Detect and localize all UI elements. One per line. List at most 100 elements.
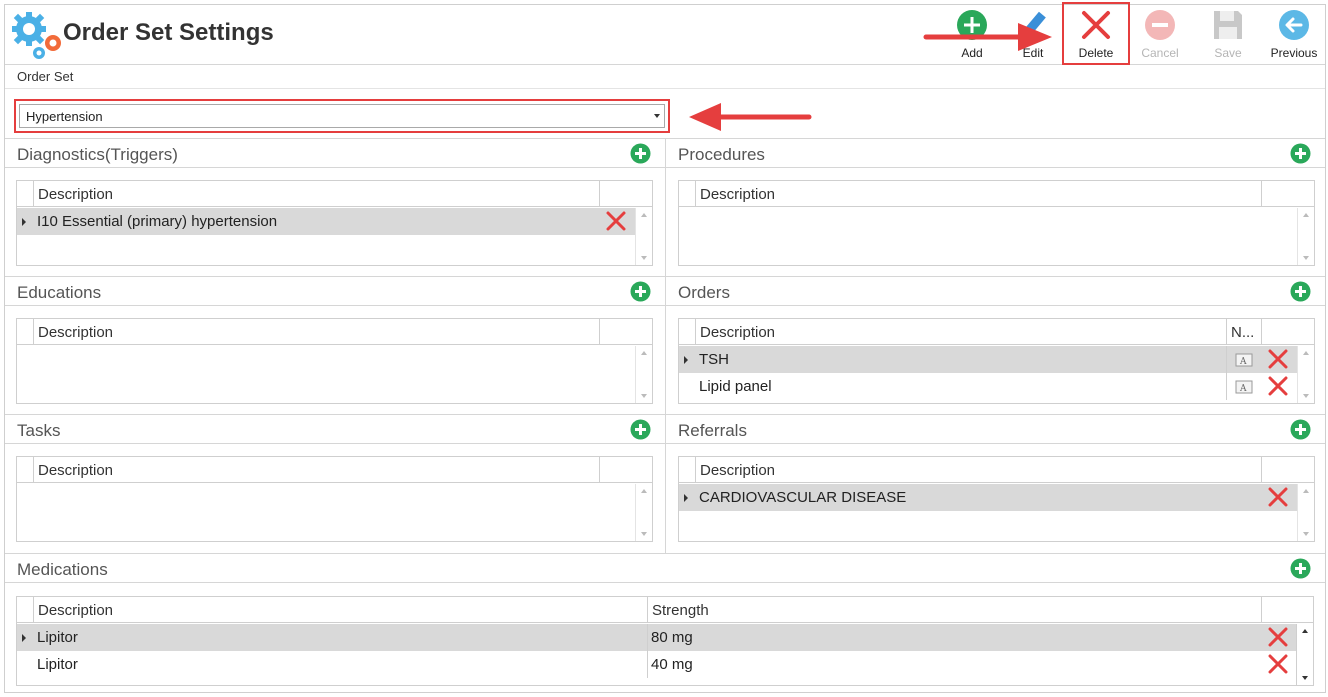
save-button[interactable]: Save (1197, 7, 1259, 63)
grid-header: Description (17, 181, 652, 207)
floppy-disk-icon (1214, 11, 1242, 39)
vertical-scrollbar[interactable] (635, 346, 652, 403)
row-indicator-icon (22, 218, 26, 226)
column-header-description[interactable]: Description (33, 457, 599, 483)
table-row[interactable]: CARDIOVASCULAR DISEASE (679, 484, 1297, 511)
row-indicator-icon (22, 634, 26, 642)
referral-description: CARDIOVASCULAR DISEASE (699, 489, 907, 506)
section-procedures: Procedures Description (665, 138, 1325, 277)
annotation-arrow-right-icon (923, 23, 1052, 51)
add-task-icon[interactable] (630, 419, 651, 440)
column-header-description[interactable]: Description (695, 457, 1261, 483)
add-referral-icon[interactable] (1290, 419, 1311, 440)
section-header: Referrals (666, 414, 1325, 444)
order-set-select-highlight: Hypertension (14, 99, 670, 133)
grid-header: Description (679, 181, 1314, 207)
delete-row-icon[interactable] (1267, 375, 1289, 397)
add-medication-icon[interactable] (1290, 558, 1311, 579)
add-order-icon[interactable] (1290, 281, 1311, 302)
table-row[interactable]: Lipid panel A (679, 373, 1297, 400)
column-header-description[interactable]: Description (33, 319, 599, 345)
referrals-grid: Description CARDIOVASCULAR DISEASE (678, 456, 1315, 542)
cancel-button[interactable]: Cancel (1129, 7, 1191, 63)
medications-grid: Description Strength Lipitor 80 mg Lipit… (16, 596, 1314, 686)
grid-header: Description (679, 457, 1314, 483)
vertical-scrollbar[interactable] (1296, 624, 1313, 685)
page-title: Order Set Settings (63, 19, 274, 46)
orders-grid: Description N... TSH A Lipid panel A (678, 318, 1315, 404)
header-bar: Order Set Settings Add Edit Delete Cance… (5, 2, 1325, 65)
section-title: Orders (678, 283, 730, 302)
previous-button[interactable]: Previous (1263, 7, 1325, 63)
section-title: Procedures (678, 145, 765, 164)
section-title: Referrals (678, 421, 747, 440)
column-header-actions (1261, 319, 1297, 345)
vertical-scrollbar[interactable] (635, 484, 652, 541)
section-header: Diagnostics(Triggers) (5, 138, 665, 168)
section-tasks: Tasks Description (5, 414, 665, 553)
dropdown-caret-icon (654, 114, 660, 118)
note-icon[interactable]: A (1235, 380, 1253, 394)
order-set-settings-window: Order Set Settings Add Edit Delete Cance… (4, 2, 1326, 693)
section-header: Educations (5, 276, 665, 306)
delete-button[interactable]: Delete (1062, 2, 1130, 65)
column-header-actions (599, 319, 635, 345)
section-diagnostics: Diagnostics(Triggers) Description I10 Es… (5, 138, 665, 277)
section-header: Orders (666, 276, 1325, 306)
table-row[interactable]: I10 Essential (primary) hypertension (17, 208, 635, 235)
medication-strength: 40 mg (651, 656, 693, 673)
tasks-grid: Description (16, 456, 653, 542)
divider (5, 88, 1325, 89)
svg-text:A: A (1239, 384, 1247, 394)
add-procedure-icon[interactable] (1290, 143, 1311, 164)
add-diagnostic-icon[interactable] (630, 143, 651, 164)
section-header: Procedures (666, 138, 1325, 168)
order-set-selected-value: Hypertension (26, 109, 103, 124)
diagnosis-description: I10 Essential (primary) hypertension (37, 213, 278, 230)
column-header-actions (1261, 597, 1297, 623)
row-indicator-icon (684, 356, 688, 364)
table-row[interactable]: Lipitor 40 mg (17, 651, 1297, 678)
note-icon[interactable]: A (1235, 353, 1253, 367)
svg-text:A: A (1239, 357, 1247, 367)
vertical-scrollbar[interactable] (1297, 208, 1314, 265)
vertical-scrollbar[interactable] (1297, 484, 1314, 541)
column-header-actions (599, 457, 635, 483)
section-educations: Educations Description (5, 276, 665, 415)
back-arrow-icon (1279, 10, 1309, 40)
delete-row-icon[interactable] (1267, 486, 1289, 508)
vertical-scrollbar[interactable] (1297, 346, 1314, 403)
column-header-description[interactable]: Description (33, 181, 599, 207)
medication-description: Lipitor (37, 656, 78, 673)
previous-label: Previous (1270, 46, 1318, 60)
column-header-note[interactable]: N... (1226, 319, 1261, 345)
educations-grid: Description (16, 318, 653, 404)
delete-row-icon[interactable] (1267, 626, 1289, 648)
diagnostics-grid: Description I10 Essential (primary) hype… (16, 180, 653, 266)
section-title: Medications (17, 560, 108, 579)
column-header-description[interactable]: Description (695, 319, 1226, 345)
section-header: Medications (5, 553, 1325, 583)
medication-strength: 80 mg (651, 629, 693, 646)
section-referrals: Referrals Description CARDIOVASCULAR DIS… (665, 414, 1325, 553)
grid-header: Description Strength (17, 597, 1313, 623)
medication-description: Lipitor (37, 629, 78, 646)
cancel-circle-icon (1145, 10, 1175, 40)
cancel-label: Cancel (1141, 46, 1179, 60)
section-title: Educations (17, 283, 102, 302)
table-row[interactable]: TSH A (679, 346, 1297, 373)
column-header-strength[interactable]: Strength (647, 597, 1261, 623)
order-set-label: Order Set (17, 69, 74, 84)
column-header-description[interactable]: Description (33, 597, 647, 623)
vertical-scrollbar[interactable] (635, 208, 652, 265)
delete-row-icon[interactable] (1267, 653, 1289, 675)
column-header-actions (1261, 181, 1297, 207)
order-set-select[interactable]: Hypertension (19, 104, 665, 128)
table-row[interactable]: Lipitor 80 mg (17, 624, 1297, 651)
delete-row-icon[interactable] (1267, 348, 1289, 370)
delete-row-icon[interactable] (605, 210, 627, 232)
add-education-icon[interactable] (630, 281, 651, 302)
section-header: Tasks (5, 414, 665, 444)
column-header-description[interactable]: Description (695, 181, 1261, 207)
section-title: Diagnostics(Triggers) (17, 145, 178, 164)
